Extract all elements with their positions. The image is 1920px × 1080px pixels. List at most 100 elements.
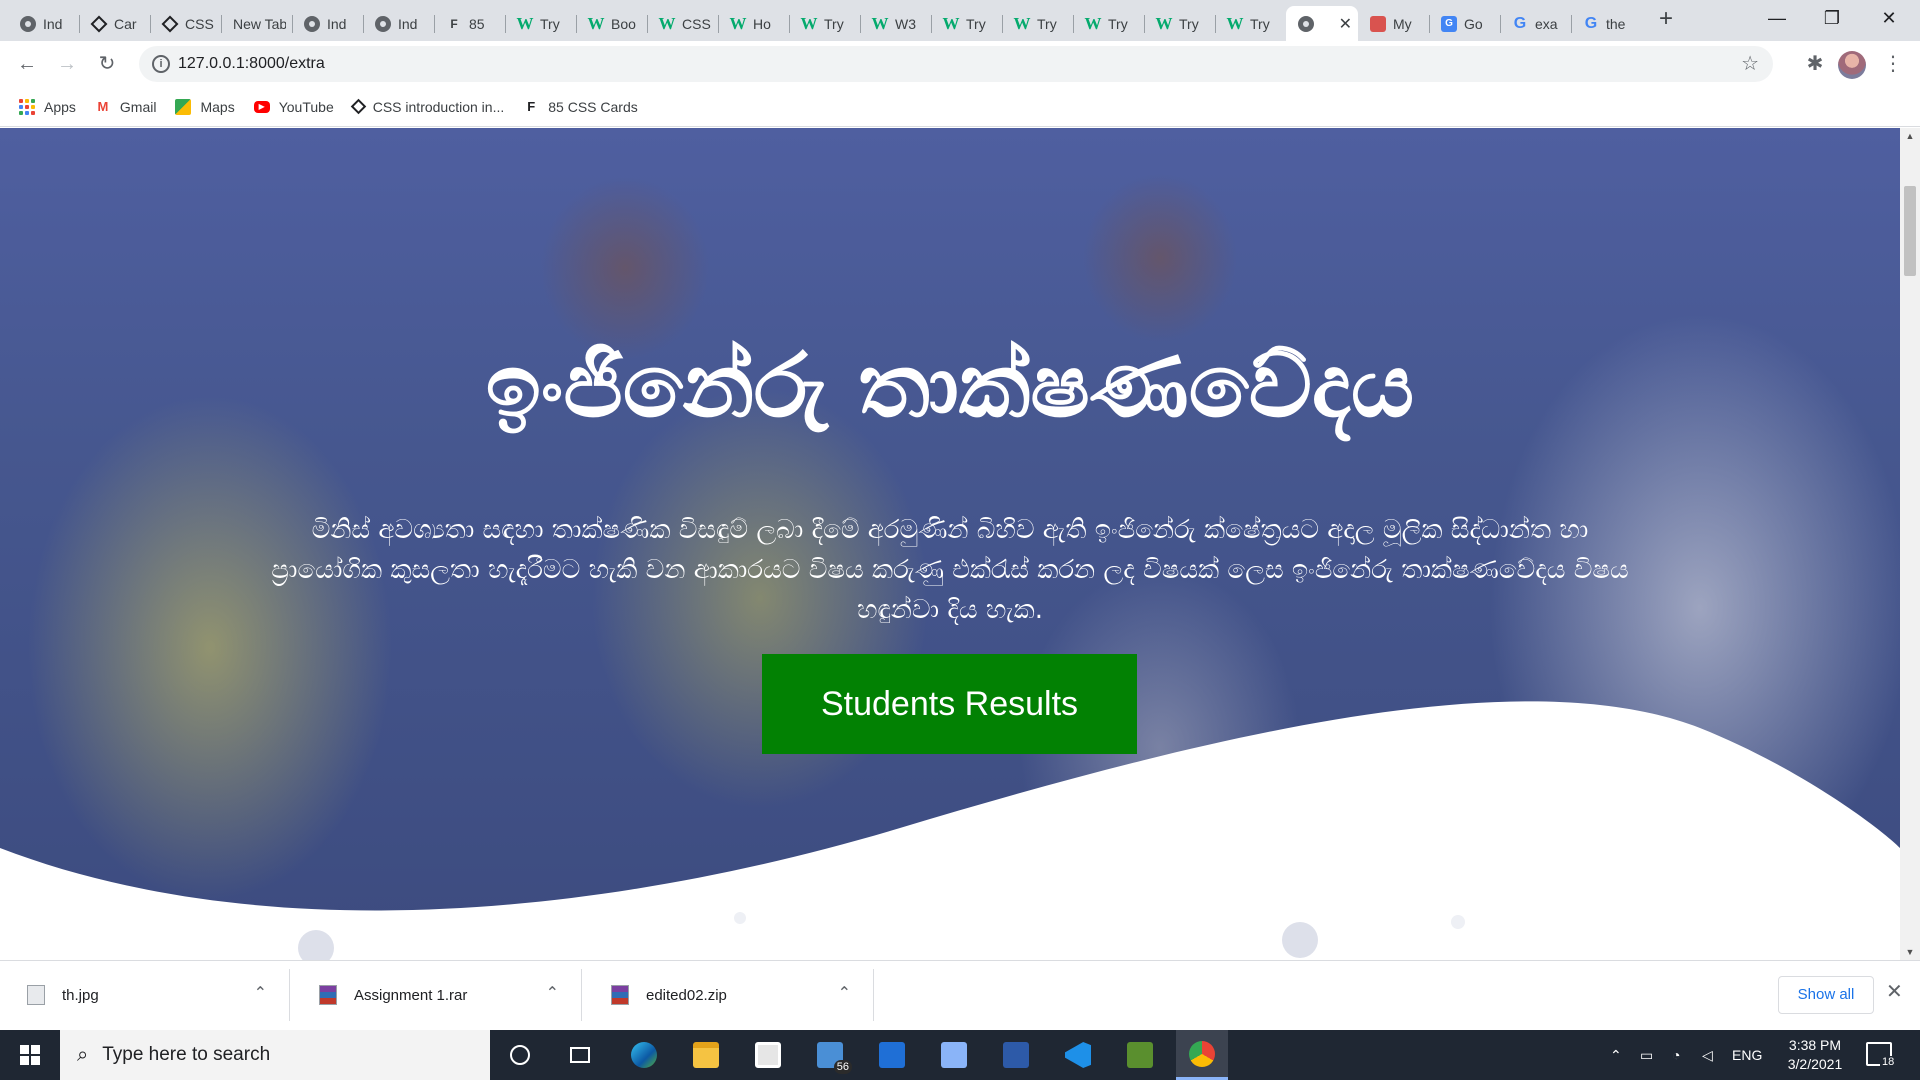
browser-tab[interactable]: W Ho bbox=[718, 6, 789, 41]
page-scrollbar[interactable]: ▲ ▼ bbox=[1900, 128, 1920, 960]
file-explorer-icon[interactable] bbox=[680, 1030, 732, 1080]
browser-tab[interactable]: W Try bbox=[789, 6, 860, 41]
apps-icon bbox=[19, 98, 35, 115]
w3-favicon-icon: W bbox=[587, 13, 605, 33]
bookmark-maps[interactable]: Maps bbox=[175, 98, 235, 115]
browser-tab[interactable]: W Try bbox=[1002, 6, 1073, 41]
browser-tab[interactable]: CSS bbox=[150, 6, 221, 41]
download-item[interactable]: Assignment 1.rar ⌃ bbox=[292, 969, 582, 1021]
g-favicon-icon: G bbox=[1584, 14, 1598, 32]
browser-tab[interactable]: W Try bbox=[505, 6, 576, 41]
remote-desktop-icon[interactable] bbox=[928, 1030, 980, 1080]
volume-icon[interactable]: ◁ bbox=[1702, 1030, 1713, 1080]
bookmark-label: Gmail bbox=[119, 98, 157, 115]
spreadsheet-app-icon[interactable] bbox=[1114, 1030, 1166, 1080]
browser-tab[interactable]: New Tab bbox=[221, 6, 292, 41]
tab-title: Try bbox=[1250, 15, 1270, 32]
edge-icon[interactable] bbox=[618, 1030, 670, 1080]
minimize-button[interactable]: — bbox=[1754, 0, 1800, 36]
language-indicator[interactable]: ENG bbox=[1732, 1030, 1762, 1080]
download-options-chevron-icon[interactable]: ⌃ bbox=[254, 983, 267, 1003]
site-info-icon[interactable]: i bbox=[152, 55, 170, 73]
extensions-icon[interactable]: ✱ bbox=[1800, 49, 1830, 79]
download-item[interactable]: edited02.zip ⌃ bbox=[584, 969, 874, 1021]
clock-date: 3/2/2021 bbox=[1787, 1056, 1843, 1072]
browser-tab[interactable]: Gthe bbox=[1571, 6, 1642, 41]
g-favicon-icon: G bbox=[1513, 14, 1527, 32]
bookmark-apps[interactable]: Apps bbox=[19, 98, 76, 115]
bookmark-youtube[interactable]: ▶ YouTube bbox=[253, 99, 334, 115]
browser-tab[interactable]: Ind bbox=[363, 6, 434, 41]
browser-tab[interactable]: W Try bbox=[1215, 6, 1286, 41]
mail-icon[interactable]: 56 bbox=[804, 1030, 856, 1080]
address-bar[interactable]: i 127.0.0.1:8000/extra ☆ bbox=[139, 46, 1773, 82]
reload-button[interactable]: ↻ bbox=[92, 49, 122, 79]
browser-tab[interactable]: Car bbox=[79, 6, 150, 41]
close-downloads-bar-button[interactable]: ✕ bbox=[1886, 979, 1903, 1004]
battery-icon[interactable]: ▭ bbox=[1640, 1030, 1653, 1080]
w3-favicon-icon: W bbox=[516, 13, 534, 33]
w3-favicon-icon: W bbox=[1155, 13, 1173, 33]
download-options-chevron-icon[interactable]: ⌃ bbox=[546, 983, 559, 1003]
scroll-down-arrow-icon[interactable]: ▼ bbox=[1900, 944, 1920, 960]
show-hidden-icons-icon[interactable]: ⌃ bbox=[1610, 1030, 1622, 1080]
bookmark-star-icon[interactable]: ☆ bbox=[1741, 46, 1759, 82]
globe-favicon-icon bbox=[1298, 15, 1314, 32]
chrome-icon[interactable] bbox=[1176, 1030, 1228, 1080]
task-view-icon[interactable] bbox=[554, 1030, 606, 1080]
browser-tab[interactable]: Ind bbox=[292, 6, 363, 41]
browser-tab[interactable]: My bbox=[1358, 6, 1429, 41]
taskbar-search-box[interactable]: ⌕ Type here to search bbox=[60, 1030, 490, 1080]
download-item[interactable]: th.jpg ⌃ bbox=[0, 969, 290, 1021]
scroll-thumb[interactable] bbox=[1904, 186, 1916, 276]
bookmark-f[interactable]: F 85 CSS Cards bbox=[523, 99, 637, 115]
close-window-button[interactable]: ✕ bbox=[1866, 0, 1912, 36]
browser-toolbar: ← → ↻ i 127.0.0.1:8000/extra ☆ ✱ ⋮ bbox=[0, 41, 1920, 87]
show-all-downloads-button[interactable]: Show all bbox=[1778, 976, 1874, 1014]
maximize-button[interactable]: ❐ bbox=[1809, 0, 1855, 36]
start-button[interactable] bbox=[0, 1030, 60, 1080]
browser-tab[interactable]: W CSS bbox=[647, 6, 718, 41]
image-file-icon bbox=[27, 985, 45, 1005]
scroll-up-arrow-icon[interactable]: ▲ bbox=[1900, 128, 1920, 144]
downloads-bar: th.jpg ⌃ Assignment 1.rar ⌃ edited02.zip ⌃ Sh… bbox=[0, 960, 1920, 1030]
browser-menu-icon[interactable]: ⋮ bbox=[1880, 49, 1906, 79]
browser-tab[interactable]: Ind bbox=[8, 6, 79, 41]
tab-list: Ind Car CSS New Tab Ind Ind F 85 W Try W Boo W CSS W Ho… bbox=[8, 6, 1642, 41]
forward-button[interactable]: → bbox=[52, 49, 82, 79]
calendar-icon[interactable] bbox=[866, 1030, 918, 1080]
store-icon[interactable] bbox=[742, 1030, 794, 1080]
close-tab-icon[interactable]: ✕ bbox=[1339, 14, 1352, 34]
browser-tab[interactable]: W Boo bbox=[576, 6, 647, 41]
tab-title: New Tab bbox=[233, 15, 286, 32]
bookmark-gmail[interactable]: M Gmail bbox=[95, 99, 157, 115]
youtube-icon: ▶ bbox=[253, 100, 270, 113]
browser-tab[interactable]: G Go bbox=[1429, 6, 1500, 41]
cortana-icon[interactable] bbox=[494, 1030, 546, 1080]
codepen-favicon-icon bbox=[90, 15, 108, 32]
w3-favicon-icon: W bbox=[729, 13, 747, 33]
new-tab-button[interactable]: + bbox=[1652, 6, 1680, 34]
download-options-chevron-icon[interactable]: ⌃ bbox=[838, 983, 851, 1003]
system-clock[interactable]: 3:38 PM 3/2/2021 bbox=[1770, 1036, 1860, 1074]
browser-tab[interactable]: W Try bbox=[1073, 6, 1144, 41]
browser-tab[interactable]: Gexa bbox=[1500, 6, 1571, 41]
wifi-icon[interactable]: ◔ bbox=[1672, 1030, 1680, 1080]
back-button[interactable]: ← bbox=[12, 49, 42, 79]
browser-tab[interactable]: W Try bbox=[931, 6, 1002, 41]
tab-title: Ho bbox=[753, 15, 771, 32]
archive-file-icon bbox=[611, 985, 629, 1005]
tab-title: 85 bbox=[469, 15, 485, 32]
profile-avatar[interactable] bbox=[1838, 51, 1866, 79]
browser-tab[interactable]: W W3 bbox=[860, 6, 931, 41]
w3-favicon-icon: W bbox=[658, 13, 676, 33]
bookmark-codepen[interactable]: CSS introduction in... bbox=[350, 99, 504, 115]
browser-tab[interactable]: W Try bbox=[1144, 6, 1215, 41]
clock-time: 3:38 PM bbox=[1788, 1037, 1842, 1053]
tab-active[interactable]: ✕ bbox=[1286, 6, 1358, 41]
url-text[interactable]: 127.0.0.1:8000/extra bbox=[178, 46, 325, 82]
powershell-icon[interactable] bbox=[990, 1030, 1042, 1080]
windows-logo-icon bbox=[20, 1045, 40, 1065]
browser-tab[interactable]: F 85 bbox=[434, 6, 505, 41]
vscode-icon[interactable] bbox=[1052, 1030, 1104, 1080]
